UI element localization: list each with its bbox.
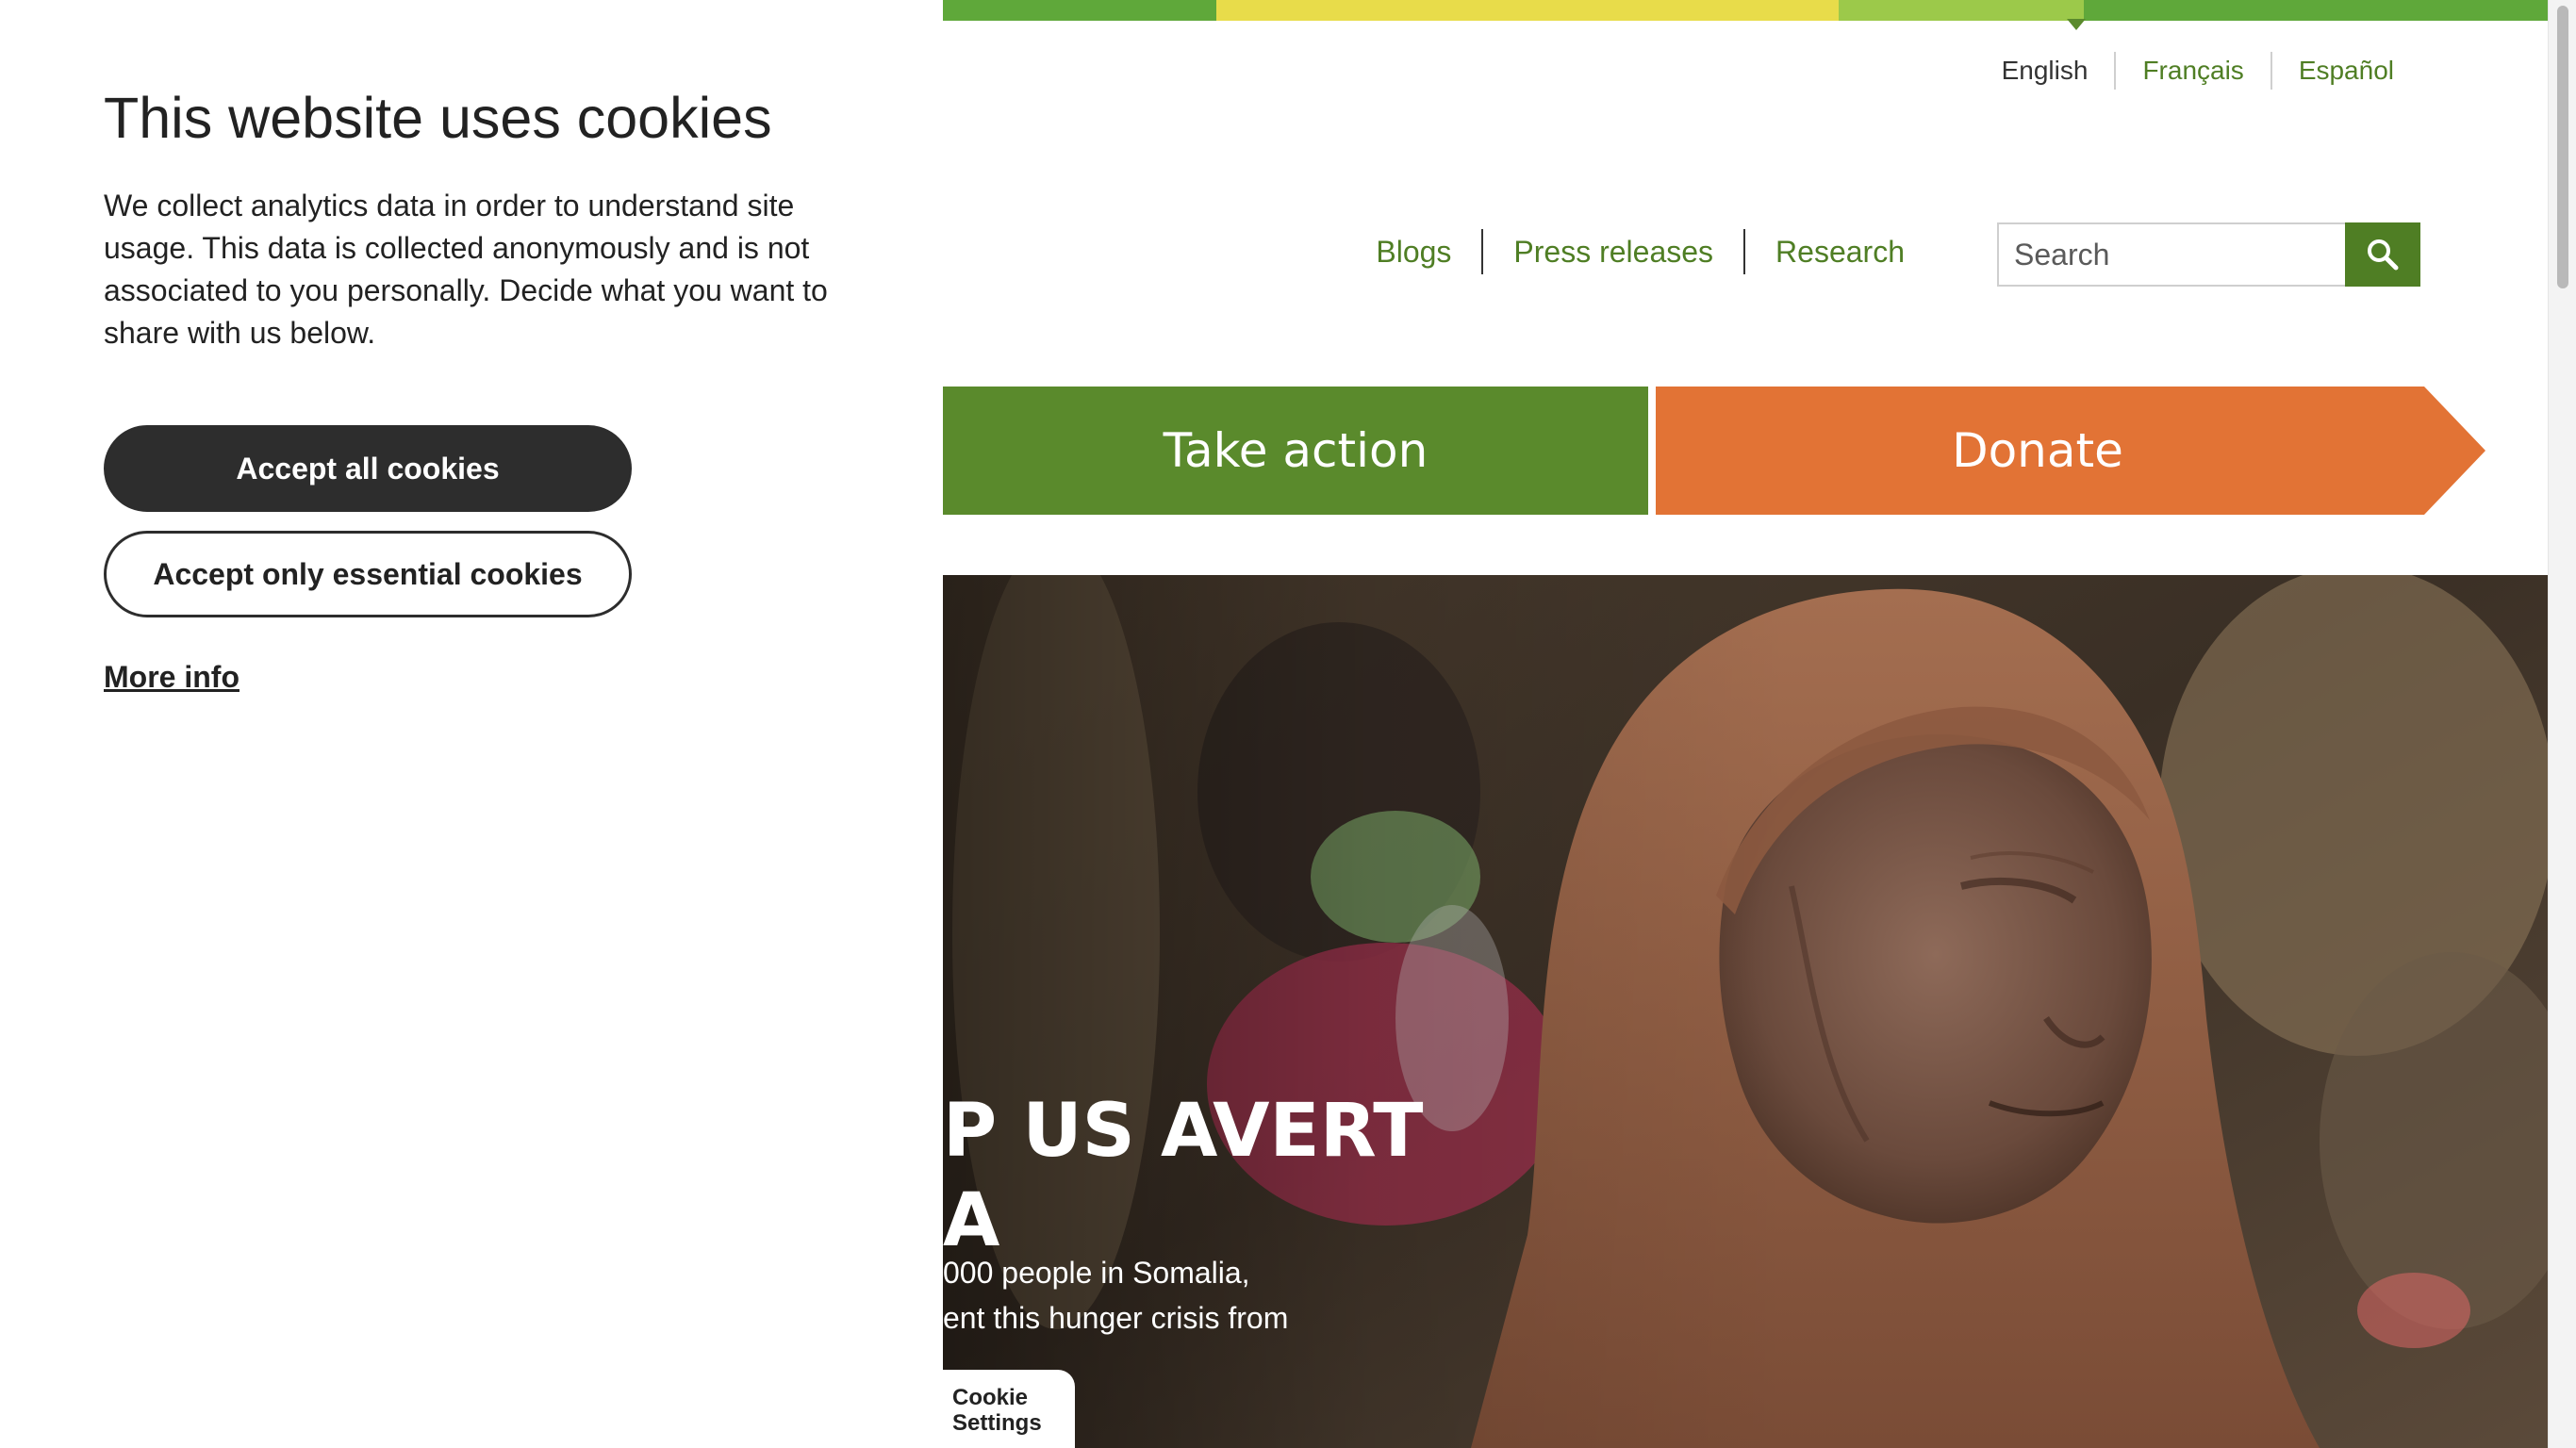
cookie-settings-line2: Settings [952,1410,1042,1436]
accept-all-cookies-button[interactable]: Accept all cookies [104,425,632,512]
hero-banner: P US AVERT A 000 people in Somalia, ent … [943,575,2548,1448]
website-page: English Français Español Blogs Press rel… [943,0,2548,1448]
search-button[interactable] [2345,222,2420,287]
cookie-description: We collect analytics data in order to un… [104,189,828,350]
search-icon [2368,239,2399,271]
hero-headline-line2: A [943,1178,1000,1263]
hero-body-line2: ent this hunger crisis from [943,1301,1289,1335]
nav-press-releases[interactable]: Press releases [1483,235,1743,270]
take-action-button[interactable]: Take action [943,387,1648,515]
language-indicator-caret [2067,19,2086,30]
nav-blogs[interactable]: Blogs [1346,235,1481,270]
search-input[interactable] [1999,224,2346,285]
donate-label: Donate [1952,423,2123,478]
cookie-consent-panel: This website uses cookies We collect ana… [0,0,943,1448]
language-switcher: English Français Español [1975,52,2420,90]
donate-button[interactable]: Donate [1656,387,2485,515]
top-color-stripe [943,0,2548,21]
language-espanol[interactable]: Español [2272,56,2420,86]
search-field [1997,222,2346,287]
page-scrollbar[interactable] [2548,0,2576,1448]
more-info-link[interactable]: More info [104,660,239,695]
language-francais[interactable]: Français [2116,56,2270,86]
hero-headline-line1: P US AVERT [943,1089,1424,1174]
hero-body-line1: 000 people in Somalia, [943,1256,1250,1290]
cookie-settings-button[interactable]: Cookie Settings [943,1370,1075,1448]
nav-research[interactable]: Research [1745,235,1935,270]
utility-nav: Blogs Press releases Research [1346,229,1935,274]
cookie-settings-line1: Cookie [952,1385,1029,1410]
accept-essential-cookies-button[interactable]: Accept only essential cookies [104,531,632,617]
language-english[interactable]: English [1975,56,2115,86]
cookie-title: This website uses cookies [104,86,772,150]
scrollbar-thumb[interactable] [2557,6,2568,288]
